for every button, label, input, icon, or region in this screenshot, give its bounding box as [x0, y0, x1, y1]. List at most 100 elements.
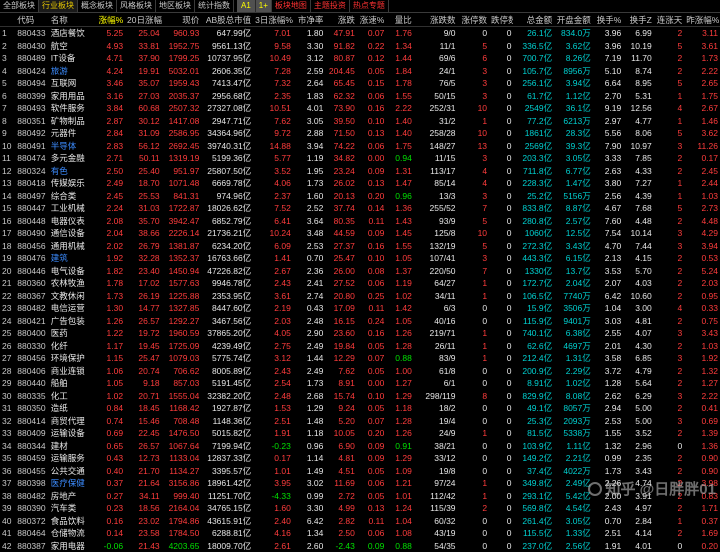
cell-col-9: 15.74: [325, 390, 357, 403]
tab-6[interactable]: A1: [237, 0, 255, 12]
cell-col-5: 2507.32: [162, 102, 202, 115]
table-row[interactable]: 34880344建材0.6526.571067.647199.94亿-0.230…: [0, 440, 720, 453]
tab-3[interactable]: 风格板块: [117, 0, 156, 12]
cell-col-9: 19.84: [325, 340, 357, 353]
table-row[interactable]: 11880474多元金融2.7150.111319.195199.36亿5.77…: [0, 152, 720, 165]
column-header-17[interactable]: 换手%: [593, 13, 624, 27]
tab-7[interactable]: 1+: [255, 0, 272, 12]
table-row[interactable]: 2880430航空4.9333.811952.759561.13亿9.583.3…: [0, 40, 720, 53]
cell-col-8: 3.30: [293, 40, 326, 53]
table-row[interactable]: 19880476建筑1.9232.281352.3716763.66亿1.410…: [0, 252, 720, 265]
table-row[interactable]: 10880491半导体2.8356.122692.4539740.31亿14.8…: [0, 140, 720, 153]
cell-col-19: 2: [654, 27, 685, 40]
tab-2[interactable]: 概念板块: [78, 0, 117, 12]
column-header-12[interactable]: 涨跌数: [414, 13, 458, 27]
cell-col-18: 6.85: [623, 352, 654, 365]
column-header-18[interactable]: 换手Z: [623, 13, 654, 27]
column-header-4[interactable]: 20日涨幅%: [125, 13, 162, 27]
table-row[interactable]: 33880409运输设备0.6922.451476.505015.82亿1.91…: [0, 427, 720, 440]
cell-col-5: 1319.19: [162, 152, 202, 165]
table-row[interactable]: 6880399家用用品3.1627.032035.372956.68亿2.351…: [0, 90, 720, 103]
cell-col-17: 2.94: [593, 402, 624, 415]
table-row[interactable]: 9880492元器件2.8431.092586.9534364.96亿9.722…: [0, 127, 720, 140]
table-row[interactable]: 22880367文教休闲1.7326.191225.882353.95亿3.61…: [0, 290, 720, 303]
cell-col-15: 740.1亿: [513, 327, 554, 340]
table-row[interactable]: 12880324有色2.5025.40951.9725807.50亿3.521.…: [0, 165, 720, 178]
column-header-6[interactable]: AB股总市值: [201, 13, 253, 27]
cell-col-19: 3: [654, 352, 685, 365]
table-row[interactable]: 41880464仓储物流0.1423.581784.506288.81亿4.16…: [0, 527, 720, 540]
table-row[interactable]: 31880350造纸0.8418.451168.421927.87亿1.531.…: [0, 402, 720, 415]
cell-col-7: 2.40: [253, 515, 293, 528]
column-header-11[interactable]: 量比: [386, 13, 413, 27]
table-row[interactable]: 27880456环境保护1.1525.471079.035775.74亿3.12…: [0, 352, 720, 365]
cell-col-5: 1960.59: [162, 327, 202, 340]
table-row[interactable]: 5880494互联网3.4635.071959.437413.47亿7.322.…: [0, 77, 720, 90]
tab-4[interactable]: 地区板块: [156, 0, 195, 12]
tab-1[interactable]: 行业板块: [39, 0, 78, 12]
column-header-5[interactable]: 现价: [162, 13, 202, 27]
table-row[interactable]: 18880456通用机械2.0226.791381.876234.20亿6.09…: [0, 240, 720, 253]
column-header-9[interactable]: 涨跌: [325, 13, 357, 27]
cell-col-8: 2.88: [293, 127, 326, 140]
table-row[interactable]: 20880446电气设备1.8223.401450.9447226.82亿2.6…: [0, 265, 720, 278]
tab-5[interactable]: 统计指数: [195, 0, 234, 12]
table-row[interactable]: 39880390汽车类0.2318.562164.0434765.15亿1.60…: [0, 502, 720, 515]
cell-col-18: 2.35: [623, 452, 654, 465]
column-header-14[interactable]: 跌停数: [489, 13, 513, 27]
tab-8[interactable]: 板块地图: [272, 0, 311, 12]
cell-col-17: 1.73: [593, 465, 624, 478]
cell-col-19: 2: [654, 427, 685, 440]
column-header-20[interactable]: 昨涨幅%: [684, 13, 720, 27]
table-row[interactable]: 21880360农林牧渔1.7817.021577.639946.78亿2.43…: [0, 277, 720, 290]
cell-col-13: 7: [458, 265, 490, 278]
table-row[interactable]: 40880372食品饮料0.1623.021794.8643615.91亿2.4…: [0, 515, 720, 528]
table-row[interactable]: 15880447工业机械2.2431.031722.8718026.62亿7.5…: [0, 202, 720, 215]
cell-col-0: 41: [0, 527, 15, 540]
column-header-3[interactable]: 涨幅%: [97, 13, 125, 27]
column-header-8[interactable]: 市净率: [293, 13, 326, 27]
table-row[interactable]: 16880448电器仪表2.0835.703942.476852.79亿6.41…: [0, 215, 720, 228]
column-header-7[interactable]: 3日涨幅%: [253, 13, 293, 27]
tab-9[interactable]: 主题投资: [311, 0, 350, 12]
column-header-13[interactable]: 涨停数: [458, 13, 490, 27]
table-row[interactable]: 29880440船舶1.059.18857.035191.45亿2.541.73…: [0, 377, 720, 390]
table-row[interactable]: 42880387家用电器-0.0621.434203.6518009.70亿2.…: [0, 540, 720, 552]
table-row[interactable]: 4880424旅游4.2419.915032.012606.35亿7.282.5…: [0, 65, 720, 78]
column-header-0[interactable]: [0, 13, 15, 27]
table-row[interactable]: 23880482电信运营1.3014.771327.858447.60亿2.19…: [0, 302, 720, 315]
table-row[interactable]: 36880455公共交通0.4021.701134.273395.57亿1.01…: [0, 465, 720, 478]
column-header-15[interactable]: 总金额: [513, 13, 554, 27]
tab-10[interactable]: 热点专题: [350, 0, 389, 12]
table-row[interactable]: 25880400医药1.2219.721960.5937865.20亿4.052…: [0, 327, 720, 340]
column-header-2[interactable]: 名称: [49, 13, 97, 27]
cell-col-1: 880456: [15, 240, 49, 253]
column-header-16[interactable]: 开盘金额: [554, 13, 593, 27]
table-row[interactable]: 30880335化工1.0220.711555.0432382.20亿2.482…: [0, 390, 720, 403]
table-row[interactable]: 8880351矿物制品2.8730.121417.082947.71亿7.623…: [0, 115, 720, 128]
column-header-1[interactable]: 代码: [15, 13, 49, 27]
cell-col-4: 32.28: [125, 252, 162, 265]
table-row[interactable]: 26880330化纤1.1719.451725.094239.49亿2.752.…: [0, 340, 720, 353]
cell-col-4: 19.45: [125, 340, 162, 353]
table-row[interactable]: 13880418传媒娱乐2.4918.701071.486669.78亿4.06…: [0, 177, 720, 190]
table-row[interactable]: 7880493软件服务3.8460.682507.3227327.08亿10.5…: [0, 102, 720, 115]
table-row[interactable]: 17880490通信设备2.0438.662226.1421736.21亿10.…: [0, 227, 720, 240]
cell-col-15: 15.9亿: [513, 302, 554, 315]
cell-col-12: 69/6: [414, 52, 458, 65]
table-row[interactable]: 14880497综合类2.4525.53841.31974.96亿2.371.6…: [0, 190, 720, 203]
table-row[interactable]: 1880433酒店餐饮5.2525.04960.93647.99亿7.011.8…: [0, 27, 720, 40]
table-row[interactable]: 28880406商业连锁1.0620.74706.628005.89亿2.432…: [0, 365, 720, 378]
cell-col-4: 38.66: [125, 227, 162, 240]
cell-col-1: 880489: [15, 52, 49, 65]
table-row[interactable]: 35880459运输服务0.4312.731133.0412837.33亿0.1…: [0, 452, 720, 465]
tab-0[interactable]: 全部板块: [0, 0, 39, 12]
cell-col-16: 2.57亿: [554, 215, 593, 228]
cell-col-12: 76/5: [414, 77, 458, 90]
column-header-19[interactable]: 连涨天: [654, 13, 685, 27]
table-row[interactable]: 32880414商贸代理0.7415.46708.481148.36亿2.511…: [0, 415, 720, 428]
table-row[interactable]: 24880421广告包装1.2626.571292.273467.56亿2.03…: [0, 315, 720, 328]
cell-col-1: 880414: [15, 415, 49, 428]
column-header-10[interactable]: 涨速%: [357, 13, 386, 27]
table-row[interactable]: 3880489IT设备4.7137.901799.2510737.95亿10.4…: [0, 52, 720, 65]
